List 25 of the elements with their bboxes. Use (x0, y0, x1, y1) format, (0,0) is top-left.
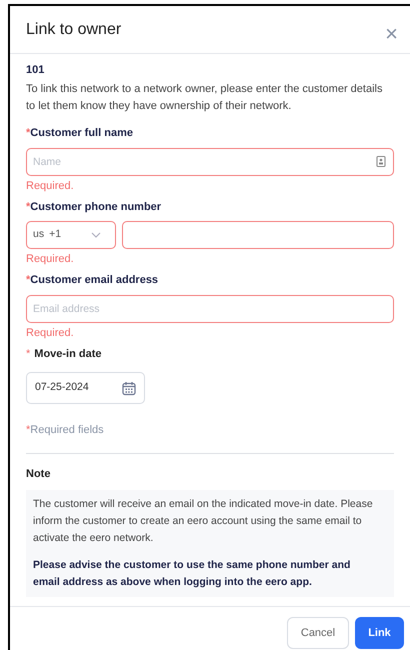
cancel-button[interactable]: Cancel (287, 617, 349, 649)
contact-card-icon (376, 156, 386, 167)
field-label: *Customer phone number (26, 200, 162, 214)
error-message: Required. (26, 179, 75, 194)
error-message: Required. (26, 252, 75, 267)
note-emphasis: Please advise the customer to use the same phone number and email address as above when logging into the eero app. (33, 558, 352, 590)
country-code-dropdown[interactable]: us +1 (26, 221, 116, 249)
phone-number-field[interactable] (122, 221, 394, 249)
input-field[interactable]: Email address (26, 295, 394, 323)
calendar-icon (122, 380, 136, 396)
chevron-down-icon (91, 232, 101, 238)
date-field[interactable]: 07-25-2024 (26, 372, 145, 404)
field-label: * Move-in date (26, 346, 103, 362)
note-title: Note (26, 466, 52, 482)
field-label: *Customer full name (26, 126, 134, 140)
intro-text: To link this network to a network owner, please enter the customer details to let them know they have ownership of their network. (26, 82, 384, 114)
error-message: Required. (26, 326, 75, 341)
field-label: *Customer email address (26, 272, 160, 288)
close-button[interactable]: × (385, 22, 398, 44)
link-button[interactable]: Link (355, 617, 404, 649)
note-text: The customer will receive an email on the indicated move-in date. Please inform the customer to create an eero account using the same email to activate the eero network. (33, 497, 374, 546)
required-fields-note: *Required fields (26, 423, 105, 438)
input-field[interactable]: Name (26, 148, 394, 176)
network-name: 101 (26, 63, 46, 78)
dialog-title: Link to owner (26, 20, 122, 40)
